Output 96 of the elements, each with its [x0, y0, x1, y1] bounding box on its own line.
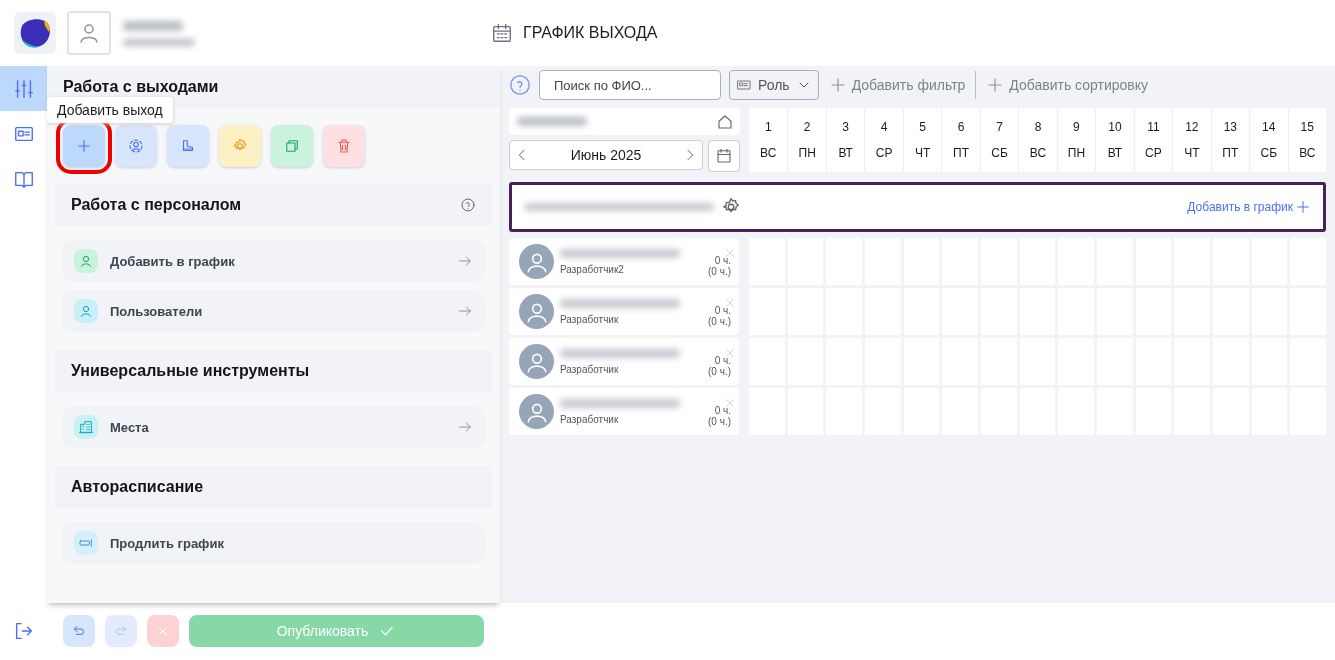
plus-icon [75, 137, 93, 155]
weekday: ВТ [1107, 146, 1123, 160]
employee-role: Разработчик [560, 413, 620, 425]
weekday: ЧТ [1184, 146, 1200, 160]
weekday: СБ [1260, 146, 1278, 160]
weekday: ВС [1299, 146, 1316, 160]
section-title: Работа с персоналом [71, 196, 242, 214]
copy-button[interactable] [271, 125, 313, 167]
plus-icon [1295, 199, 1311, 215]
close-icon [725, 298, 735, 308]
arrow-icon [457, 253, 473, 269]
weekday: ВС [1029, 146, 1047, 160]
employee-card[interactable]: Разработчик 0 ч. (0 ч.) [509, 388, 739, 435]
add-sort-button[interactable]: Добавить сортировку [984, 76, 1151, 94]
person-scan-button[interactable] [115, 125, 157, 167]
nav-tab[interactable] [0, 66, 47, 111]
section-title: Авторасписание [71, 478, 204, 496]
weekday: ПН [798, 146, 816, 160]
day-number: 14 [1262, 120, 1276, 134]
help-icon [509, 74, 531, 96]
employee-role: Разработчик [560, 363, 620, 375]
add-to-schedule-link[interactable]: Добавить в график [1187, 199, 1311, 215]
employee-role: Разработчик2 [560, 263, 625, 275]
day-number: 11 [1147, 120, 1160, 134]
employee-card[interactable]: Разработчик2 0 ч. (0 ч.) [509, 238, 739, 285]
menu-item[interactable]: Продлить график [62, 522, 485, 564]
trash-button[interactable] [323, 125, 365, 167]
day-number: 8 [1034, 120, 1042, 134]
close-icon [725, 248, 735, 258]
id-card-icon [736, 77, 752, 93]
hours: 0 ч. [714, 354, 731, 366]
hours: 0 ч. [714, 304, 731, 316]
employee-card[interactable]: Разработчик 0 ч. (0 ч.) [509, 288, 739, 335]
day-number: 12 [1185, 120, 1199, 134]
day-number: 9 [1073, 120, 1080, 134]
day-number: 7 [996, 120, 1003, 134]
planned-hours: (0 ч.) [708, 315, 731, 327]
tooltip: Добавить выход [47, 97, 173, 123]
trash-icon [335, 137, 353, 155]
hours: 0 ч. [714, 254, 731, 266]
menu-item[interactable]: Места [62, 406, 485, 448]
day-number: 6 [957, 120, 965, 134]
hours: 0 ч. [714, 404, 731, 416]
weekday: ВТ [838, 146, 853, 160]
calendar-icon [491, 22, 513, 44]
planned-hours: (0 ч.) [708, 265, 731, 277]
copy-icon [283, 137, 301, 155]
blurred-text [123, 38, 195, 46]
person-scan-icon [127, 137, 145, 155]
section-title: Работа с выходами [63, 78, 219, 96]
building-icon [78, 419, 94, 435]
weekday: ЧТ [914, 146, 931, 160]
day-number: 10 [1108, 120, 1122, 134]
weekday: СБ [991, 146, 1008, 160]
weekday: ПН [1067, 146, 1086, 160]
sliders-icon [12, 77, 35, 100]
month-label: Июнь 2025 [570, 147, 642, 163]
boot-button[interactable] [167, 125, 209, 167]
undo-button[interactable] [63, 615, 95, 647]
page-title: ГРАФИК ВЫХОДА [523, 24, 658, 42]
weekday: ПТ [953, 146, 970, 160]
day-number: 13 [1223, 120, 1237, 134]
day-number: 2 [803, 120, 811, 134]
day-number: 5 [919, 120, 926, 134]
day-number: 3 [842, 120, 849, 134]
person-icon [77, 21, 101, 45]
calendar-icon [715, 147, 733, 165]
close-icon [725, 348, 735, 358]
section-title: Универсальные инструменты [71, 362, 310, 380]
weekday: СР [875, 146, 893, 160]
person-icon [78, 253, 94, 269]
weekday: ВС [760, 146, 777, 160]
planned-hours: (0 ч.) [708, 365, 731, 377]
add-filter-button[interactable]: Добавить фильтр [826, 76, 968, 94]
menu-item[interactable]: Добавить в график [62, 240, 485, 282]
planned-hours: (0 ч.) [708, 415, 731, 427]
weekday: СР [1145, 146, 1162, 160]
close-icon [725, 398, 735, 408]
avatar[interactable] [67, 11, 111, 55]
person-icon [78, 303, 94, 319]
weekday: ПТ [1222, 146, 1239, 160]
help-icon [460, 197, 476, 213]
employee-role: Разработчик [560, 313, 620, 325]
search-field[interactable]: Поиск по ФИО... [539, 70, 721, 100]
day-number: 15 [1300, 120, 1314, 134]
gear-button[interactable] [219, 125, 261, 167]
arrow-icon [457, 419, 473, 435]
blurred-text [517, 117, 587, 126]
role-dropdown[interactable]: Роль [729, 70, 819, 100]
menu-item[interactable]: Пользователи [62, 290, 485, 332]
employee-card[interactable]: Разработчик 0 ч. (0 ч.) [509, 338, 739, 385]
day-number: 1 [764, 120, 772, 134]
day-number: 4 [880, 120, 888, 134]
arrow-icon [457, 303, 473, 319]
blurred-text [123, 20, 183, 31]
calendar-button[interactable] [708, 140, 740, 172]
